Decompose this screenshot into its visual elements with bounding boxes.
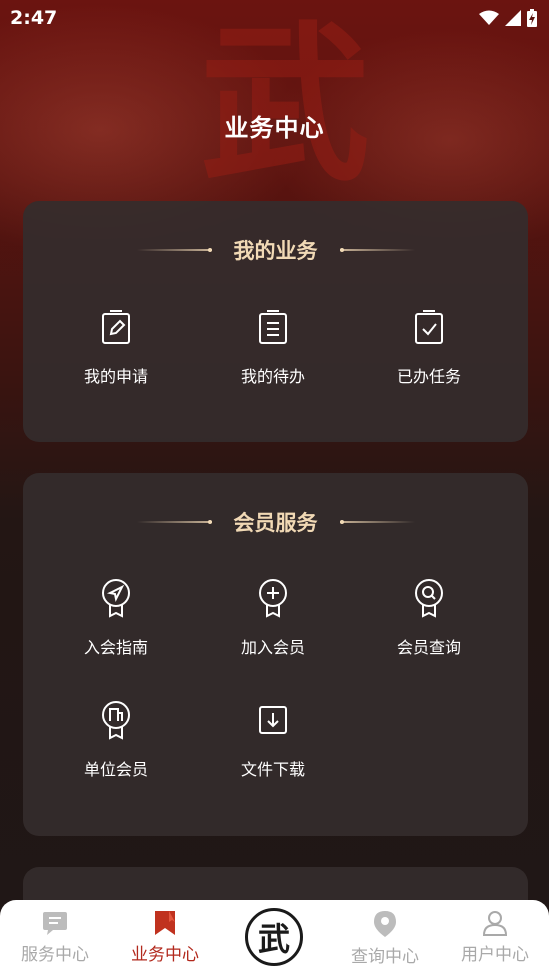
tab-user-center[interactable]: 用户中心 xyxy=(440,900,549,976)
my-application-label: 我的申请 xyxy=(83,367,148,386)
member-services-title: 会员服务 xyxy=(233,511,318,535)
background-calligraphy: 武 xyxy=(200,5,371,205)
completed-tasks-label: 已办任务 xyxy=(396,367,461,386)
join-member-item[interactable]: 加入会员 xyxy=(198,578,348,658)
tab-user-center-label: 用户中心 xyxy=(461,945,529,965)
membership-guide-item[interactable]: 入会指南 xyxy=(41,578,191,658)
clipboard-list-icon xyxy=(253,307,293,347)
badge-compass-icon xyxy=(96,578,136,618)
badge-building-icon xyxy=(96,700,136,740)
file-download-label: 文件下载 xyxy=(240,760,305,779)
join-member-label: 加入会员 xyxy=(240,638,305,657)
page-title: 业务中心 xyxy=(224,114,325,142)
tab-service-center[interactable]: 服务中心 xyxy=(0,900,110,976)
member-services-header: 会员服务 xyxy=(23,507,528,537)
clipboard-check-icon xyxy=(409,307,449,347)
tab-business-center-label: 业务中心 xyxy=(131,945,199,965)
user-icon xyxy=(482,911,508,936)
decorative-line-left xyxy=(136,248,212,252)
my-business-title: 我的业务 xyxy=(233,239,318,263)
decorative-line-right xyxy=(339,520,415,524)
location-pin-icon xyxy=(374,911,396,937)
decorative-line-right xyxy=(339,248,415,252)
decorative-line-left xyxy=(136,520,212,524)
unit-member-item[interactable]: 单位会员 xyxy=(41,700,191,780)
my-todo-item[interactable]: 我的待办 xyxy=(198,307,348,387)
my-business-card: 我的业务 我的申请 我的待办 已办任务 xyxy=(23,201,528,442)
member-query-label: 会员查询 xyxy=(396,638,461,657)
status-icons xyxy=(479,9,537,27)
download-icon xyxy=(253,700,293,740)
badge-plus-icon xyxy=(253,578,293,618)
signal-icon xyxy=(505,10,521,26)
status-time: 2:47 xyxy=(10,7,58,29)
center-logo-button[interactable]: 武 xyxy=(243,906,305,968)
status-bar: 2:47 xyxy=(0,0,549,36)
wu-logo-icon: 武 xyxy=(245,908,303,966)
unit-member-label: 单位会员 xyxy=(83,760,148,779)
membership-guide-label: 入会指南 xyxy=(83,638,148,657)
file-download-item[interactable]: 文件下载 xyxy=(198,700,348,780)
tab-query-center-label: 查询中心 xyxy=(351,947,419,967)
member-query-item[interactable]: 会员查询 xyxy=(354,578,504,658)
battery-icon xyxy=(527,9,537,27)
badge-search-icon xyxy=(409,578,449,618)
clipboard-edit-icon xyxy=(96,307,136,347)
my-application-item[interactable]: 我的申请 xyxy=(41,307,191,387)
bookmark-icon xyxy=(155,911,175,935)
tab-query-center[interactable]: 查询中心 xyxy=(330,900,440,976)
completed-tasks-item[interactable]: 已办任务 xyxy=(354,307,504,387)
member-services-card: 会员服务 入会指南 加入会员 会员查询 单位会员 文件下载 xyxy=(23,473,528,836)
my-business-header: 我的业务 xyxy=(23,235,528,265)
tab-service-center-label: 服务中心 xyxy=(21,945,89,965)
chat-bubble-icon xyxy=(43,912,67,935)
my-todo-label: 我的待办 xyxy=(240,367,305,386)
wifi-icon xyxy=(479,10,499,25)
tab-business-center[interactable]: 业务中心 xyxy=(110,900,220,976)
